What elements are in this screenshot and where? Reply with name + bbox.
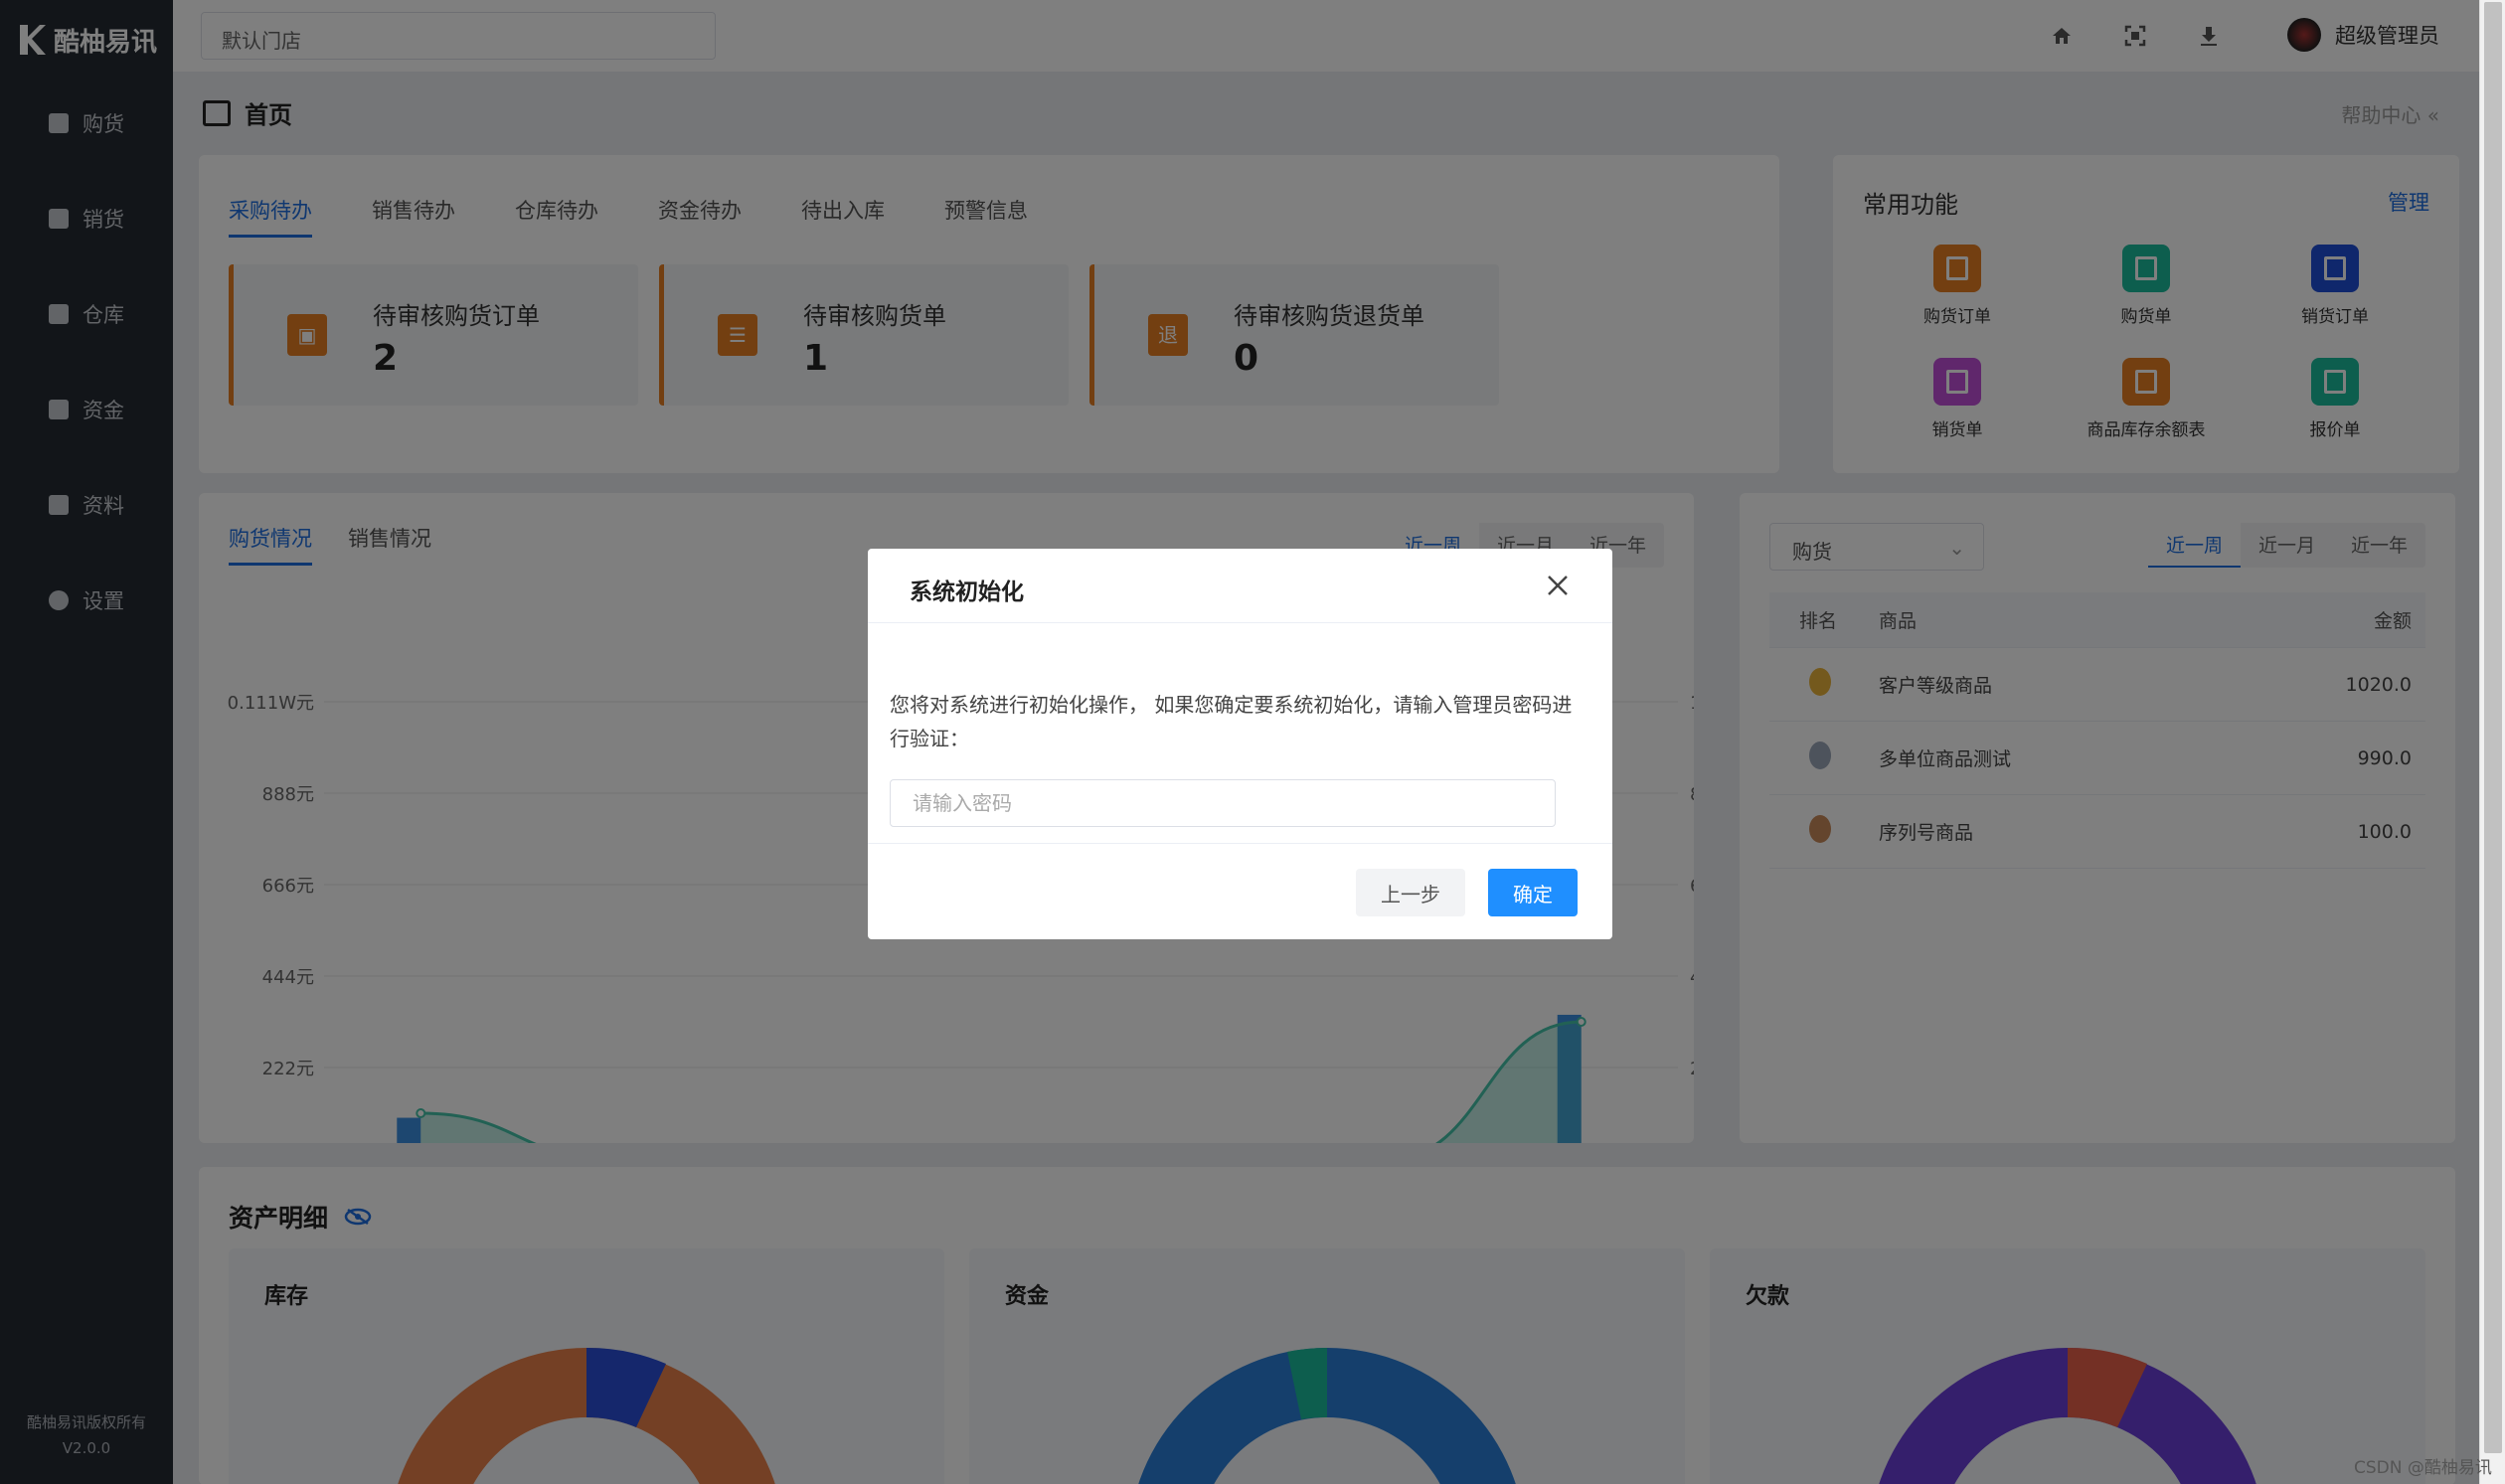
- password-input[interactable]: [890, 779, 1556, 827]
- watermark: CSDN @酷柚易讯: [2354, 1458, 2492, 1478]
- confirm-button[interactable]: 确定: [1488, 869, 1578, 916]
- scrollbar-thumb[interactable]: [2484, 2, 2502, 1453]
- dialog-message: 您将对系统进行初始化操作， 如果您确定要系统初始化，请输入管理员密码进行验证：: [890, 693, 1573, 750]
- prev-step-button[interactable]: 上一步: [1356, 869, 1465, 916]
- divider: [868, 843, 1612, 844]
- dialog-title: 系统初始化: [910, 579, 1024, 605]
- page-scrollbar[interactable]: [2479, 0, 2505, 1484]
- system-init-dialog: 系统初始化 您将对系统进行初始化操作， 如果您确定要系统初始化，请输入管理员密码…: [868, 549, 1612, 939]
- divider: [868, 622, 1612, 623]
- close-icon[interactable]: [1543, 571, 1573, 600]
